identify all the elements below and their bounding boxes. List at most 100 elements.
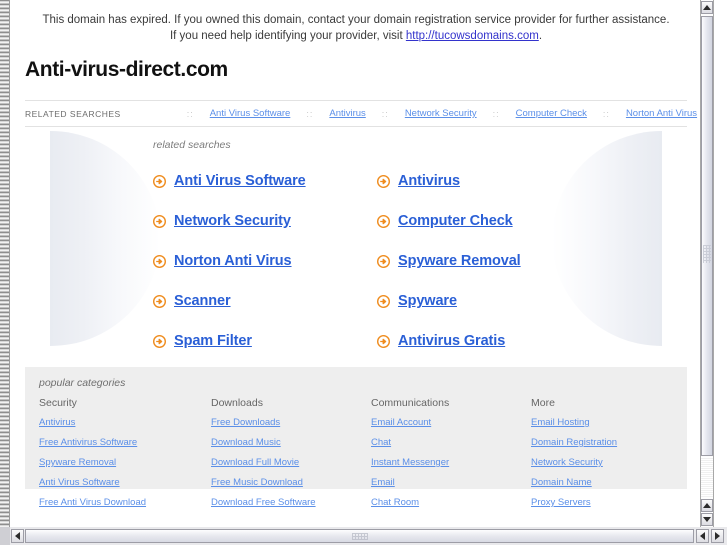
separator-dots: :: [186,108,194,119]
scroll-down-button[interactable] [701,513,713,526]
arrow-circle-right-icon [377,174,390,188]
scroll-right-button[interactable] [711,529,724,543]
category-link[interactable]: Email [371,473,531,493]
category-link[interactable]: Email Account [371,413,531,433]
hero-link-label: Spyware Removal [398,253,521,269]
hero-link-6[interactable]: Scanner [153,281,377,321]
hero-link-label: Antivirus [398,173,460,189]
hero-link-label: Network Security [174,213,291,229]
scroll-track-texture [701,457,713,497]
hero-link-9[interactable]: Antivirus Gratis [377,321,601,355]
scroll-left-button-right[interactable] [696,529,709,543]
related-searches-bar: RELATED SEARCHES :: Anti Virus Software … [25,100,697,127]
expiry-notice-text-before: This domain has expired. If you owned th… [42,14,670,42]
right-margin [714,0,727,527]
arrow-circle-right-icon [377,294,390,308]
arrow-circle-right-icon [153,254,166,268]
category-column-more: More Email Hosting Domain Registration N… [531,393,691,513]
category-link[interactable]: Free Antivirus Software [39,433,211,453]
triangle-left-icon [700,532,705,540]
separator-dots: :: [306,108,314,119]
category-link[interactable]: Free Anti Virus Download [39,493,211,513]
vertical-scroll-thumb[interactable] [701,16,713,456]
category-link[interactable]: Download Music [211,433,371,453]
separator-dots: :: [381,108,389,119]
category-link[interactable]: Chat Room [371,493,531,513]
category-link[interactable]: Free Downloads [211,413,371,433]
hero-link-label: Anti Virus Software [174,173,306,189]
category-link[interactable]: Spyware Removal [39,453,211,473]
category-heading: Security [39,397,77,409]
category-link[interactable]: Download Full Movie [211,453,371,473]
hero-link-label: Computer Check [398,213,513,229]
related-search-link-2[interactable]: Network Security [405,108,477,119]
scrollbar-corner [0,527,10,545]
scroll-up-button-bottom[interactable] [701,499,713,512]
hero-link-2[interactable]: Network Security [153,201,377,241]
related-search-link-3[interactable]: Computer Check [516,108,587,119]
domain-expiry-notice: This domain has expired. If you owned th… [11,0,701,48]
category-heading: More [531,397,555,409]
arrow-circle-right-icon [153,294,166,308]
category-heading: Downloads [211,397,263,409]
arrow-circle-right-icon [153,214,166,228]
scroll-up-button[interactable] [701,1,713,14]
separator-dots: :: [492,108,500,119]
category-link[interactable]: Anti Virus Software [39,473,211,493]
popular-categories-heading: popular categories [39,377,126,389]
horizontal-scroll-thumb[interactable] [25,529,694,543]
triangle-left-icon [15,532,20,540]
expiry-notice-text-after: . [538,30,543,42]
popular-categories-section: popular categories Security Antivirus Fr… [25,367,687,508]
related-search-link-0[interactable]: Anti Virus Software [210,108,291,119]
arrow-circle-right-icon [153,334,166,348]
category-link[interactable]: Download Free Software [211,493,371,513]
category-link[interactable]: Domain Registration [531,433,691,453]
tucows-domains-link[interactable]: http://tucowsdomains.com [406,30,539,42]
hero-link-5[interactable]: Spyware Removal [377,241,601,281]
page-content: This domain has expired. If you owned th… [11,0,701,527]
triangle-up-icon [703,5,711,10]
related-searches-label: RELATED SEARCHES [25,108,121,119]
category-link[interactable]: Domain Name [531,473,691,493]
separator-dots: :: [602,108,610,119]
scroll-thumb-grip [351,532,368,540]
hero-link-1[interactable]: Antivirus [377,161,601,201]
vertical-scrollbar[interactable] [700,0,714,527]
hero-link-label: Scanner [174,293,231,309]
arrow-circle-right-icon [377,214,390,228]
category-link[interactable]: Email Hosting [531,413,691,433]
hero-link-8[interactable]: Spam Filter [153,321,377,355]
hero-link-0[interactable]: Anti Virus Software [153,161,377,201]
left-striped-gutter [0,0,10,527]
category-link[interactable]: Proxy Servers [531,493,691,513]
hero-link-label: Spam Filter [174,333,252,349]
hero-link-label: Norton Anti Virus [174,253,292,269]
related-search-link-1[interactable]: Antivirus [329,108,365,119]
hero-link-7[interactable]: Spyware [377,281,601,321]
scroll-left-button[interactable] [11,529,24,543]
category-link[interactable]: Free Music Download [211,473,371,493]
hero-link-4[interactable]: Norton Anti Virus [153,241,377,281]
category-link[interactable]: Network Security [531,453,691,473]
hero-link-label: Spyware [398,293,457,309]
related-searches-section: related searches Anti Virus Software Ant… [25,127,687,355]
category-heading: Communications [371,397,450,409]
horizontal-scrollbar[interactable] [0,527,727,545]
category-column-downloads: Downloads Free Downloads Download Music … [211,393,371,513]
category-link[interactable]: Chat [371,433,531,453]
scroll-thumb-grip [703,245,711,263]
arrow-circle-right-icon [153,174,166,188]
category-column-security: Security Antivirus Free Antivirus Softwa… [39,393,211,513]
category-link[interactable]: Instant Messenger [371,453,531,473]
related-searches-heading: related searches [153,139,231,151]
triangle-up-icon [703,503,711,508]
category-column-communications: Communications Email Account Chat Instan… [371,393,531,513]
related-search-link-4[interactable]: Norton Anti Virus [626,108,697,119]
triangle-down-icon [703,517,711,522]
hero-link-3[interactable]: Computer Check [377,201,601,241]
hero-link-label: Antivirus Gratis [398,333,506,349]
category-link[interactable]: Antivirus [39,413,211,433]
page-title: Anti-virus-direct.com [25,58,228,81]
arrow-circle-right-icon [377,254,390,268]
